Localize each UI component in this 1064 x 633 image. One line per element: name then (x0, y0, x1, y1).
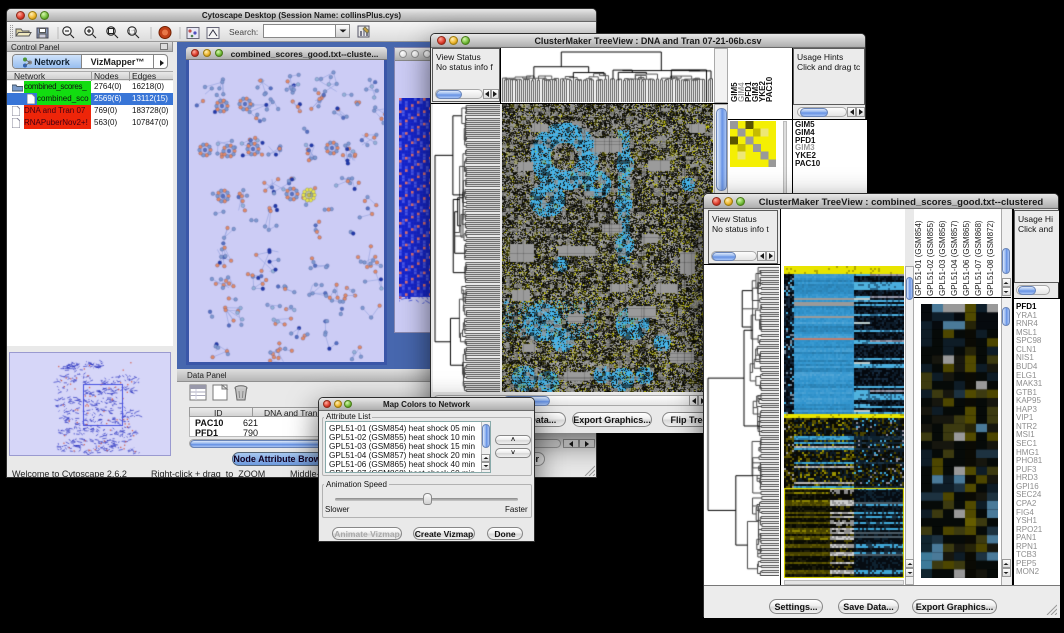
svg-text:1:1: 1:1 (128, 30, 136, 36)
